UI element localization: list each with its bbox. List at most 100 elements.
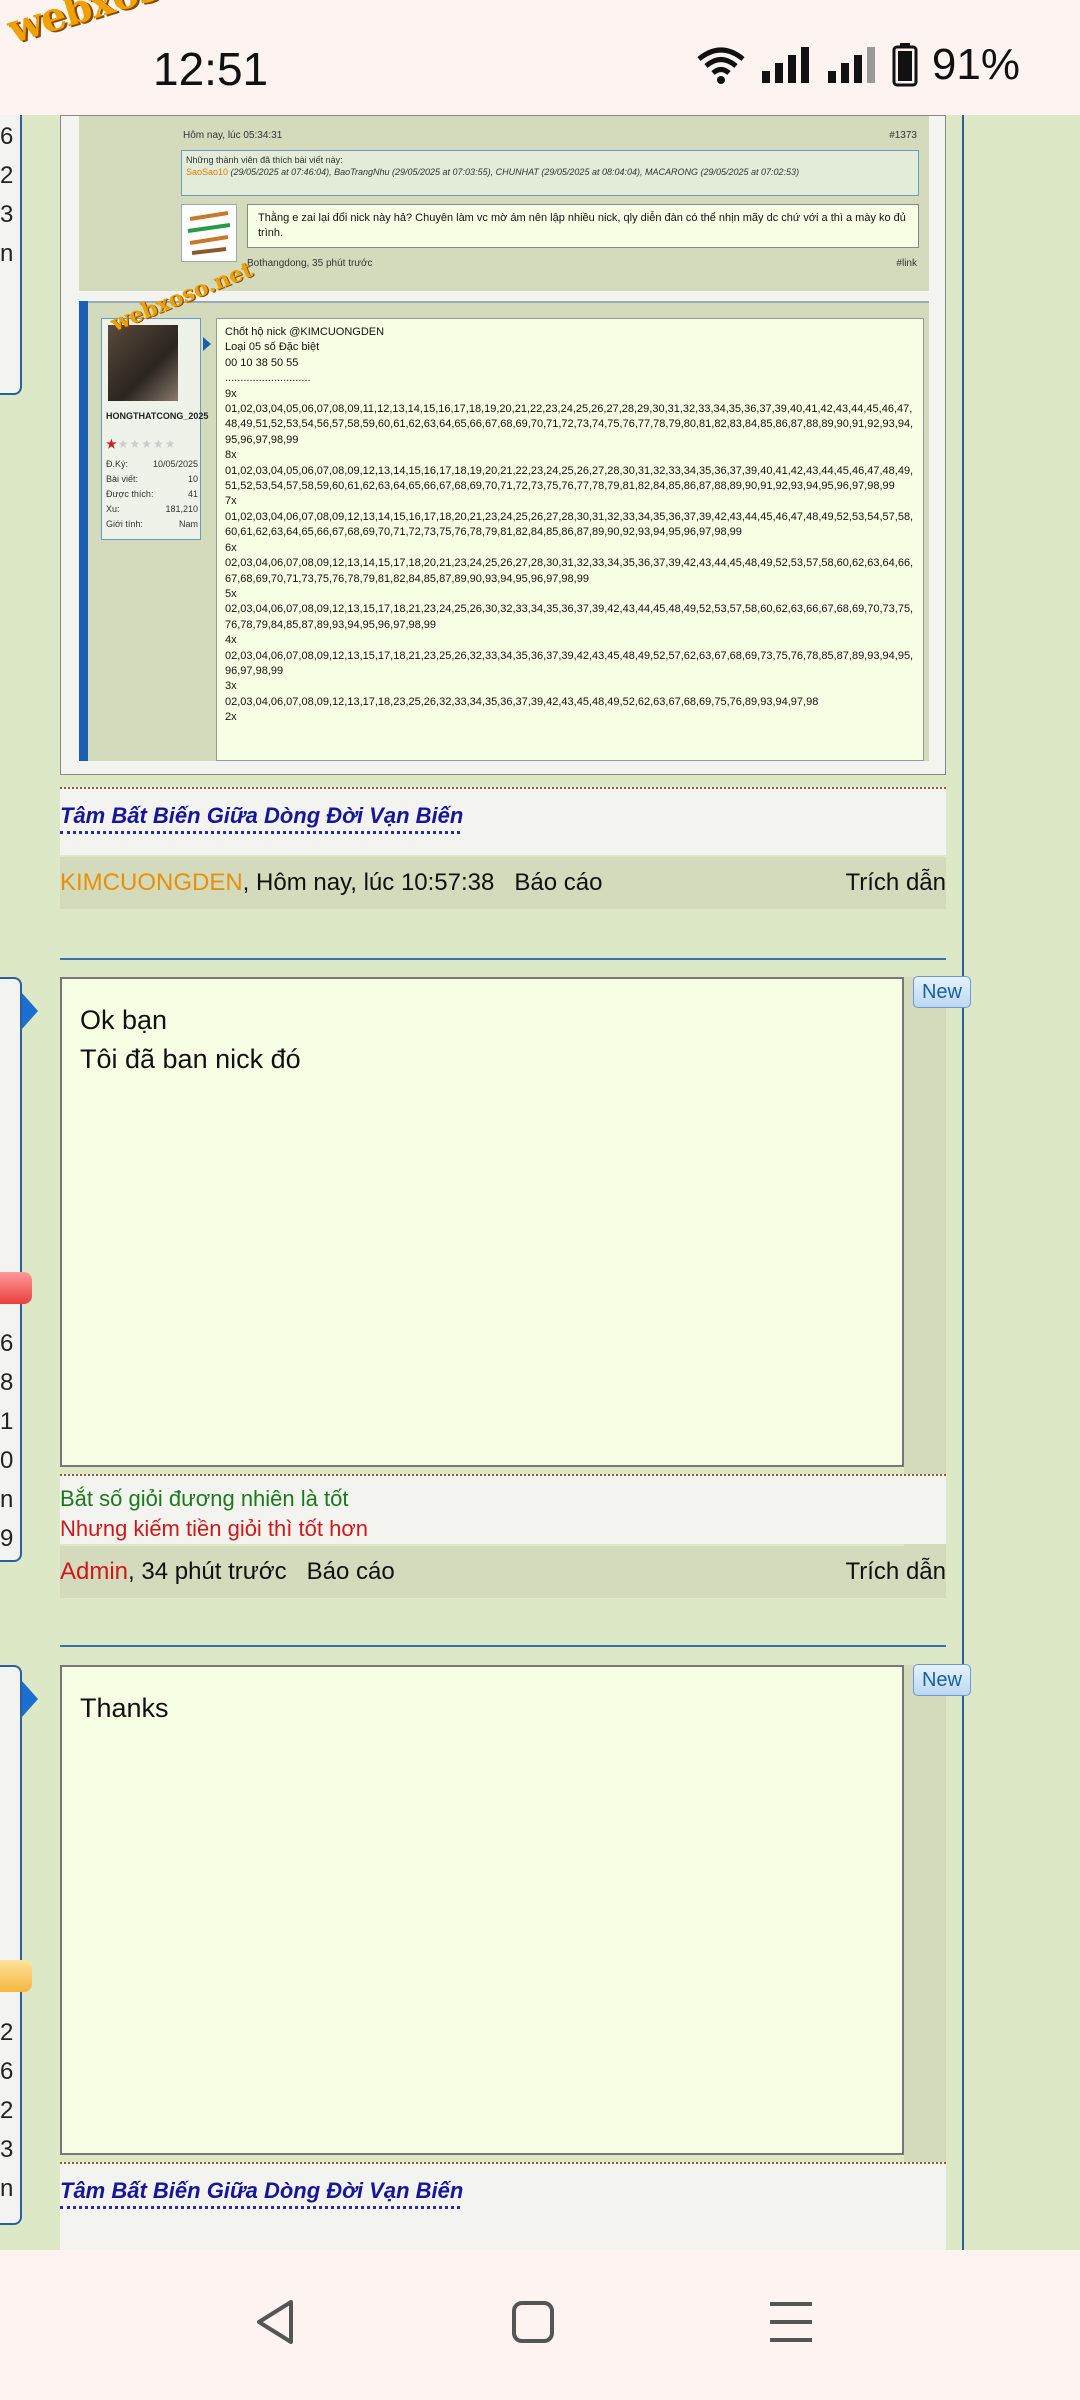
post-meta: KIMCUONGDEN, Hôm nay, lúc 10:57:38 Báo c… bbox=[60, 869, 602, 897]
side-number: 0 bbox=[0, 1447, 14, 1474]
message-line: Tôi đã ban nick đó bbox=[80, 1044, 301, 1074]
signature: Tâm Bất Biến Giữa Dòng Đời Vạn Biến bbox=[60, 2162, 946, 2250]
quoted-message-line: 3x bbox=[225, 680, 237, 693]
post-pointer-icon bbox=[22, 1681, 38, 1717]
thread-border bbox=[962, 115, 964, 2250]
post-top-line bbox=[88, 301, 929, 303]
post-message: Thanks bbox=[60, 1665, 904, 2155]
quoted-message-line: ............................ bbox=[225, 372, 311, 385]
side-number: n bbox=[0, 240, 14, 267]
quoted-message: Chốt hộ nick @KIMCUONGDEN Loại 05 số Đặc … bbox=[216, 318, 924, 761]
signature: Tâm Bất Biến Giữa Dòng Đời Vạn Biến bbox=[60, 787, 946, 855]
user-card-row: Bài viết: 10 bbox=[106, 474, 198, 484]
post-footer: Admin, 34 phút trước Báo cáo Trích dẫn bbox=[60, 1546, 946, 1598]
quoted-message-line: 01,02,03,04,05,06,07,08,09,12,13,14,15,1… bbox=[225, 464, 914, 493]
quoted-meta: Hôm nay, lúc 05:34:31 bbox=[183, 130, 283, 141]
side-number: 2 bbox=[0, 162, 14, 189]
side-number: 6 bbox=[0, 123, 14, 150]
sub-footer: Bothangdong, 35 phút trước bbox=[247, 258, 373, 269]
post-message: Ok bạn Tôi đã ban nick đó bbox=[60, 977, 904, 1467]
quoted-message-line: 02,03,04,06,07,08,09,12,13,15,17,18,21,2… bbox=[225, 603, 914, 631]
recents-button[interactable] bbox=[761, 2292, 821, 2352]
report-link[interactable]: Báo cáo bbox=[307, 1558, 395, 1585]
user-card: HONGTHATCONG_2025 ★★★★★★ Đ.Ký: 10/05/2025… bbox=[101, 318, 209, 540]
new-badge: New bbox=[913, 976, 971, 1008]
avatar-image-icon bbox=[187, 211, 231, 255]
post-footer: KIMCUONGDEN, Hôm nay, lúc 10:57:38 Báo c… bbox=[60, 857, 946, 909]
post-separator bbox=[60, 1645, 946, 1647]
post-time: , 34 phút trước bbox=[128, 1558, 287, 1585]
signature-text: Tâm Bất Biến Giữa Dòng Đời Vạn Biến bbox=[60, 2178, 464, 2203]
quoted-meta-id: #1373 bbox=[889, 130, 917, 141]
user-card-row: Được thích: 41 bbox=[106, 489, 198, 499]
side-number: 3 bbox=[0, 2136, 14, 2163]
new-badge: New bbox=[913, 1664, 971, 1696]
wifi-icon bbox=[697, 47, 745, 84]
side-number: n bbox=[0, 2175, 14, 2202]
post-author-link[interactable]: KIMCUONGDEN bbox=[60, 869, 243, 896]
sub-footer-link: #link bbox=[896, 258, 917, 269]
quoted-message-line: 02,03,04,06,07,08,09,12,13,14,15,17,18,2… bbox=[225, 557, 914, 585]
menu-icon bbox=[770, 2302, 812, 2342]
quoted-message-line: 02,03,04,06,07,08,09,12,13,17,18,23,25,2… bbox=[225, 695, 819, 708]
quoted-message-line: 02,03,04,06,07,08,09,12,13,15,17,18,21,2… bbox=[225, 649, 914, 677]
quoted-message-line: 8x bbox=[225, 449, 237, 462]
post-pointer-icon bbox=[22, 993, 38, 1029]
sub-avatar bbox=[181, 204, 237, 262]
signature-text: Tâm Bất Biến Giữa Dòng Đời Vạn Biến bbox=[60, 803, 464, 828]
signature-divider bbox=[60, 831, 460, 834]
signature: Bắt số giỏi đương nhiên là tốt Nhưng kiế… bbox=[60, 1474, 946, 1544]
back-icon bbox=[257, 2300, 293, 2344]
side-number: 6 bbox=[0, 1330, 14, 1357]
likes-box: Những thành viên đã thích bài viết này: … bbox=[181, 150, 919, 196]
post-accent-bar bbox=[79, 301, 88, 761]
quote-button[interactable]: Trích dẫn bbox=[846, 869, 947, 897]
signal-icon bbox=[761, 47, 809, 83]
likes-rest: (29/05/2025 at 07:46:04), BaoTrangNhu (2… bbox=[228, 167, 800, 177]
message-line: Thanks bbox=[80, 1693, 169, 1723]
status-icons: 91% bbox=[696, 40, 1020, 90]
home-icon bbox=[512, 2301, 554, 2343]
clock: 12:51 bbox=[153, 43, 269, 95]
likes-header: Những thành viên đã thích bài viết này: bbox=[186, 155, 343, 165]
side-number: 2 bbox=[0, 2019, 14, 2046]
battery-percent: 91% bbox=[931, 40, 1020, 89]
quoted-message-line: 01,02,03,04,05,06,07,08,09,11,12,13,14,1… bbox=[225, 403, 914, 446]
rating-stars-icon: ★★★★★★ bbox=[106, 437, 177, 451]
quoted-post-top: Hôm nay, lúc 05:34:31 #1373 Những thành … bbox=[79, 116, 929, 291]
navigation-bar bbox=[0, 2250, 1080, 2400]
side-number: n bbox=[0, 1486, 14, 1513]
signal-icon-2 bbox=[827, 47, 875, 83]
user-card-name: HONGTHATCONG_2025 bbox=[106, 411, 209, 421]
signature-divider bbox=[60, 2206, 460, 2209]
user-card-row: Giới tính: Nam bbox=[106, 519, 198, 529]
quoted-post-main: HONGTHATCONG_2025 ★★★★★★ Đ.Ký: 10/05/2025… bbox=[79, 257, 929, 761]
quoted-message-line: 4x bbox=[225, 634, 237, 647]
rank-badge bbox=[0, 1272, 32, 1304]
likes-first-name: SaoSao10 bbox=[186, 167, 229, 177]
quoted-message-line: 01,02,03,04,06,07,08,09,12,13,14,15,16,1… bbox=[225, 510, 914, 539]
side-number: 8 bbox=[0, 1369, 14, 1396]
side-number: 9 bbox=[0, 1525, 14, 1552]
post-separator bbox=[60, 958, 946, 960]
side-number: 1 bbox=[0, 1408, 14, 1435]
post-author-link[interactable]: Admin bbox=[60, 1558, 128, 1585]
post-pointer-icon bbox=[203, 337, 211, 351]
status-bar: webxoso.net 12:51 91% bbox=[0, 0, 1080, 115]
side-number: 6 bbox=[0, 2058, 14, 2085]
user-card-row: Xu: 181,210 bbox=[106, 504, 198, 514]
side-number: 2 bbox=[0, 2097, 14, 2124]
quoted-message-line: Loại 05 số Đặc biệt bbox=[225, 341, 320, 354]
quoted-message-line: Chốt hộ nick @KIMCUONGDEN bbox=[225, 326, 385, 338]
forum-thread[interactable]: 6 2 3 n Hôm nay, lúc 05:34:31 #1373 Nhữn… bbox=[0, 115, 1080, 2250]
quote-button[interactable]: Trích dẫn bbox=[846, 1558, 947, 1586]
report-link[interactable]: Báo cáo bbox=[514, 869, 602, 896]
quoted-image: Hôm nay, lúc 05:34:31 #1373 Những thành … bbox=[60, 115, 946, 775]
signature-line: Bắt số giỏi đương nhiên là tốt bbox=[60, 1486, 349, 1511]
user-card-row: Đ.Ký: 10/05/2025 bbox=[106, 459, 198, 469]
quoted-message-line: 00 10 38 50 55 bbox=[225, 356, 299, 369]
post-time: , Hôm nay, lúc 10:57:38 bbox=[242, 869, 495, 896]
home-button[interactable] bbox=[503, 2292, 563, 2352]
quoted-message-line: 7x bbox=[225, 495, 237, 508]
back-button[interactable] bbox=[245, 2292, 305, 2352]
